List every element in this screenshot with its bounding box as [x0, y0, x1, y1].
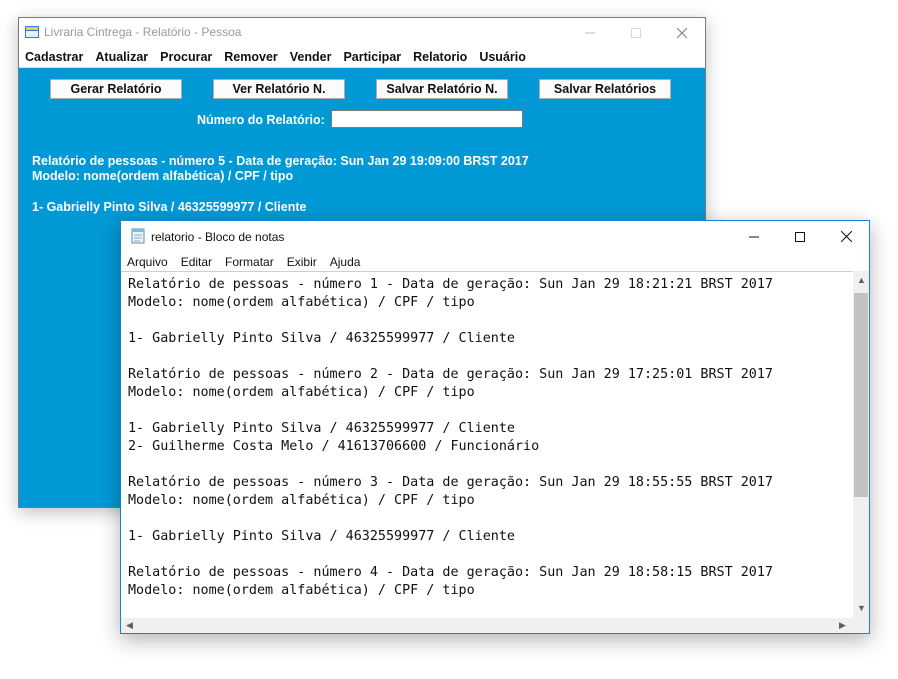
text-line: Relatório de pessoas - número 3 - Data d… — [128, 475, 773, 490]
text-line: 1- Gabrielly Pinto Silva / 46325599977 /… — [128, 331, 515, 346]
notepad-title: relatorio - Bloco de notas — [151, 230, 285, 244]
minimize-icon — [585, 32, 595, 33]
menu-formatar[interactable]: Formatar — [225, 255, 274, 269]
maximize-button[interactable] — [613, 18, 659, 47]
text-line: 1- Gabrielly Pinto Silva / 46325599977 /… — [128, 421, 515, 436]
report-header-line: Relatório de pessoas - número 5 - Data d… — [32, 154, 529, 168]
numero-relatorio-label: Número do Relatório: — [197, 113, 325, 127]
text-line: 2- Guilherme Costa Melo / 41613706600 / … — [128, 439, 540, 454]
notepad-icon — [131, 228, 145, 244]
salvar-relatorio-button[interactable]: Salvar Relatório N. — [376, 79, 508, 99]
scrollbar-corner — [853, 618, 869, 633]
menu-usuario[interactable]: Usuário — [479, 50, 526, 64]
maximize-icon — [795, 231, 805, 242]
notepad-minimize-button[interactable] — [731, 221, 777, 252]
close-button[interactable] — [659, 18, 705, 47]
close-icon — [840, 231, 852, 242]
text-line: Modelo: nome(ordem alfabética) / CPF / t… — [128, 583, 475, 598]
ver-relatorio-button[interactable]: Ver Relatório N. — [213, 79, 345, 99]
notepad-maximize-button[interactable] — [777, 221, 823, 252]
scroll-up-icon[interactable]: ▲ — [857, 275, 866, 285]
report-model-line: Modelo: nome(ordem alfabética) / CPF / t… — [32, 169, 294, 183]
scroll-left-icon[interactable]: ◀ — [126, 620, 133, 630]
notepad-close-button[interactable] — [823, 221, 869, 252]
maximize-icon — [631, 27, 641, 38]
menu-relatorio[interactable]: Relatorio — [413, 50, 467, 64]
menu-exibir[interactable]: Exibir — [287, 255, 317, 269]
notepad-window: relatorio - Bloco de notas Arquivo Edita… — [120, 220, 870, 634]
menu-vender[interactable]: Vender — [290, 50, 332, 64]
text-line: Modelo: nome(ordem alfabética) / CPF / t… — [128, 493, 475, 508]
notepad-menubar: Arquivo Editar Formatar Exibir Ajuda — [121, 252, 869, 271]
window-title: Livraria Cintrega - Relatório - Pessoa — [44, 25, 242, 39]
vertical-scroll-thumb[interactable] — [854, 293, 868, 497]
menu-arquivo[interactable]: Arquivo — [127, 255, 168, 269]
text-line: Modelo: nome(ordem alfabética) / CPF / t… — [128, 385, 475, 400]
report-entry-line: 1- Gabrielly Pinto Silva / 46325599977 /… — [32, 200, 307, 214]
menu-ajuda[interactable]: Ajuda — [330, 255, 361, 269]
text-line: 1- Gabrielly Pinto Silva / 46325599977 /… — [128, 529, 515, 544]
gerar-relatorio-button[interactable]: Gerar Relatório — [50, 79, 182, 99]
notepad-titlebar[interactable]: relatorio - Bloco de notas — [121, 221, 869, 252]
notepad-text-content: Relatório de pessoas - número 1 - Data d… — [121, 272, 853, 600]
livraria-menubar: Cadastrar Atualizar Procurar Remover Ven… — [19, 47, 705, 68]
text-line: Relatório de pessoas - número 4 - Data d… — [128, 565, 773, 580]
numero-relatorio-input[interactable] — [331, 110, 523, 128]
text-line: Relatório de pessoas - número 1 - Data d… — [128, 277, 773, 292]
text-line: Relatório de pessoas - número 2 - Data d… — [128, 367, 773, 382]
livraria-titlebar[interactable]: Livraria Cintrega - Relatório - Pessoa — [19, 18, 705, 47]
minimize-icon — [749, 236, 759, 237]
salvar-relatorios-button[interactable]: Salvar Relatórios — [539, 79, 671, 99]
menu-procurar[interactable]: Procurar — [160, 50, 212, 64]
menu-editar[interactable]: Editar — [181, 255, 212, 269]
vertical-scrollbar[interactable]: ▲ ▼ — [853, 271, 869, 618]
scroll-down-icon[interactable]: ▼ — [857, 603, 866, 613]
scroll-right-icon[interactable]: ▶ — [839, 620, 846, 630]
horizontal-scrollbar[interactable]: ◀ ▶ — [121, 618, 853, 633]
menu-cadastrar[interactable]: Cadastrar — [25, 50, 83, 64]
notepad-text-area[interactable]: Relatório de pessoas - número 1 - Data d… — [121, 271, 853, 618]
minimize-button[interactable] — [567, 18, 613, 47]
java-app-icon — [25, 26, 39, 38]
menu-atualizar[interactable]: Atualizar — [95, 50, 148, 64]
text-line: Modelo: nome(ordem alfabética) / CPF / t… — [128, 295, 475, 310]
menu-remover[interactable]: Remover — [224, 50, 278, 64]
menu-participar[interactable]: Participar — [343, 50, 401, 64]
close-icon — [677, 27, 687, 38]
